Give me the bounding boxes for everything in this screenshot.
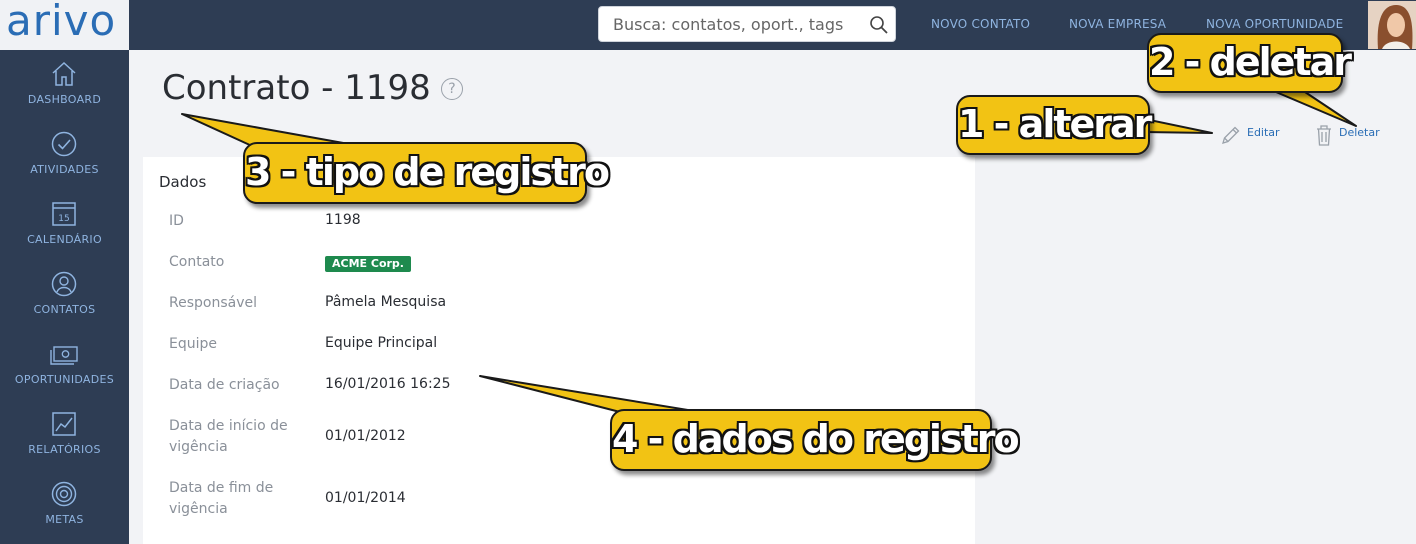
callout-3: 3 - tipo de registro — [243, 142, 610, 204]
sidebar-item-oportunidades[interactable]: OPORTUNIDADES — [0, 330, 129, 400]
sidebar-item-label: CALENDÁRIO — [27, 233, 102, 246]
new-opportunity-link[interactable]: NOVA OPORTUNIDADE — [1206, 17, 1343, 31]
field-value: Pâmela Mesquisa — [325, 294, 447, 310]
pencil-icon[interactable] — [1220, 124, 1242, 146]
sidebar-item-label: CONTATOS — [33, 303, 96, 316]
delete-button[interactable]: Deletar — [1339, 126, 1380, 139]
field-value: 16/01/2016 16:25 — [325, 376, 451, 392]
target-icon — [51, 481, 77, 507]
section-title: Dados — [159, 173, 207, 191]
field-label: Data de criação — [169, 377, 280, 393]
logo-text: arivo — [6, 0, 117, 45]
user-icon — [51, 271, 77, 297]
contact-badge[interactable]: ACME Corp. — [325, 256, 411, 272]
sidebar-item-label: DASHBOARD — [27, 93, 102, 106]
field-label: Equipe — [169, 336, 217, 352]
field-label: ID — [169, 213, 184, 229]
sidebar-item-contatos[interactable]: CONTATOS — [0, 260, 129, 330]
search-input[interactable] — [613, 7, 863, 41]
sidebar-item-relatorios[interactable]: RELATÓRIOS — [0, 400, 129, 470]
record-card: Dados ID 1198 Contato ACME Corp. Respons… — [143, 157, 975, 544]
edit-button[interactable]: Editar — [1247, 126, 1280, 139]
new-contact-link[interactable]: NOVO CONTATO — [931, 17, 1030, 31]
avatar-image — [1368, 1, 1416, 49]
field-label: Contato — [169, 254, 225, 270]
sidebar-item-label: RELATÓRIOS — [28, 443, 101, 456]
chart-icon — [52, 412, 76, 436]
money-icon — [50, 346, 78, 365]
page-title: Contrato - 1198 — [162, 68, 431, 108]
trash-icon[interactable] — [1314, 123, 1334, 147]
home-icon — [52, 61, 76, 86]
callout-1: 1 - alterar — [956, 95, 1152, 155]
sidebar-item-calendario[interactable]: 15 CALENDÁRIO — [0, 190, 129, 260]
check-circle-icon — [51, 131, 77, 157]
avatar[interactable] — [1368, 1, 1416, 49]
callout-2: 2 - deletar — [1147, 33, 1352, 93]
calendar-day: 15 — [58, 214, 69, 224]
field-value: 1198 — [325, 212, 361, 228]
field-value: Equipe Principal — [325, 335, 438, 351]
calendar-icon: 15 — [52, 202, 76, 226]
sidebar-item-metas[interactable]: METAS — [0, 470, 129, 540]
search-box[interactable] — [598, 6, 896, 42]
logo[interactable]: arivo — [0, 0, 129, 50]
sidebar: DASHBOARD ATIVIDADES 15 CALENDÁRIO CONTA… — [0, 50, 129, 544]
field-value: 01/01/2014 — [325, 490, 406, 506]
search-icon[interactable] — [869, 15, 889, 35]
callout-pointer-1 — [1139, 117, 1213, 134]
sidebar-item-label: ATIVIDADES — [30, 163, 99, 176]
sidebar-item-label: METAS — [45, 513, 84, 526]
new-company-link[interactable]: NOVA EMPRESA — [1069, 17, 1166, 31]
sidebar-item-dashboard[interactable]: DASHBOARD — [0, 50, 129, 120]
field-value: 01/01/2012 — [325, 428, 406, 444]
field-label: Data de fim de vigência — [169, 480, 274, 517]
field-label: Responsável — [169, 295, 257, 311]
field-label: Data de início de vigência — [169, 418, 288, 455]
callout-4: 4 - dados do registro — [610, 409, 1020, 471]
help-icon[interactable]: ? — [441, 78, 463, 100]
sidebar-item-atividades[interactable]: ATIVIDADES — [0, 120, 129, 190]
sidebar-item-label: OPORTUNIDADES — [14, 373, 115, 386]
